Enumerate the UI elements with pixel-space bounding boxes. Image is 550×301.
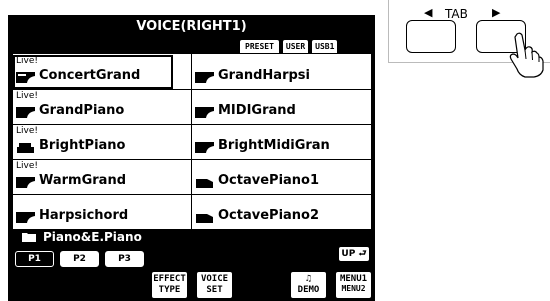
upright-piano-icon [196, 179, 213, 188]
tab-preset[interactable]: PRESET [239, 39, 280, 53]
folder-icon [22, 233, 36, 242]
voice-midigrand[interactable]: MIDIGrand [192, 90, 370, 124]
voice-list: Live! ConcertGrand GrandHarpsi Live! Gra… [13, 54, 371, 229]
grand-piano-icon [195, 72, 214, 83]
voice-name: ConcertGrand [39, 68, 141, 83]
demo-button[interactable]: ♫ DEMO [291, 272, 326, 298]
voice-grandharpsi[interactable]: GrandHarpsi [192, 55, 370, 89]
voice-category[interactable]: Piano&E.Piano [13, 229, 371, 245]
voice-set-line2: SET [206, 285, 223, 295]
voice-name: MIDIGrand [218, 103, 296, 118]
voice-octavepiano1[interactable]: OctavePiano1 [192, 160, 370, 194]
page-p2-button[interactable]: P2 [60, 251, 99, 267]
voice-warmgrand[interactable]: Live! WarmGrand [13, 160, 191, 194]
grand-piano-icon [195, 107, 214, 118]
grand-piano-icon [195, 142, 214, 153]
voice-brightpiano[interactable]: Live! BrightPiano [13, 125, 191, 159]
up-label: UP [341, 249, 356, 259]
live-label: Live! [16, 161, 38, 171]
menu2-label: MENU2 [341, 284, 366, 293]
tab-right-arrow-icon: ▶ [492, 6, 501, 19]
live-label: Live! [16, 56, 38, 66]
up-button[interactable]: UP ⮐ [339, 247, 369, 261]
voice-brightmidigran[interactable]: BrightMidiGran [192, 125, 370, 159]
effect-type-line2: TYPE [158, 285, 181, 295]
grand-piano-icon [16, 107, 35, 118]
upright-piano-icon [196, 214, 213, 223]
return-arrow-icon: ⮐ [358, 249, 367, 259]
voice-set-line1: VOICE [200, 274, 229, 284]
tab-user[interactable]: USER [281, 39, 310, 53]
voice-name: WarmGrand [39, 173, 127, 188]
voice-name: OctavePiano1 [218, 173, 320, 188]
voice-name: Harpsichord [39, 208, 129, 223]
grand-piano-icon [16, 72, 35, 83]
voice-name: BrightMidiGran [218, 138, 330, 153]
tab-left-button[interactable] [406, 20, 456, 53]
demo-icon: ♫ [305, 274, 312, 284]
live-label: Live! [16, 126, 38, 136]
voice-name: OctavePiano2 [218, 208, 320, 223]
harpsichord-icon [16, 212, 35, 223]
voice-concertgrand[interactable]: Live! ConcertGrand [13, 55, 173, 89]
screen-title: VOICE(RIGHT1) [136, 19, 247, 34]
grand-piano-icon [16, 177, 35, 188]
lcd-screen: VOICE(RIGHT1) PRESET USER USB1 Live! Con… [8, 15, 375, 301]
page-p3-button[interactable]: P3 [105, 251, 144, 267]
voice-name: GrandPiano [39, 103, 125, 118]
voice-harpsichord[interactable]: Harpsichord [13, 195, 191, 229]
voice-set-button[interactable]: VOICE SET [197, 272, 232, 298]
voice-name: BrightPiano [39, 138, 126, 153]
category-label: Piano&E.Piano [43, 230, 142, 244]
tab-strip: PRESET USER USB1 [239, 39, 340, 54]
demo-label: DEMO [297, 285, 320, 295]
menu-button[interactable]: MENU1 MENU2 [336, 272, 371, 298]
upright-piano-icon [17, 143, 34, 153]
tab-label: TAB [445, 7, 468, 21]
voice-grandpiano[interactable]: Live! GrandPiano [13, 90, 191, 124]
effect-type-line1: EFFECT [153, 274, 186, 284]
tab-usb1[interactable]: USB1 [311, 39, 339, 53]
voice-name: GrandHarpsi [218, 68, 310, 83]
effect-type-button[interactable]: EFFECT TYPE [152, 272, 187, 298]
voice-octavepiano2[interactable]: OctavePiano2 [192, 195, 370, 229]
page-p1-button[interactable]: P1 [15, 251, 54, 267]
live-label: Live! [16, 91, 38, 101]
pointing-hand-icon [509, 32, 544, 78]
menu1-label: MENU1 [339, 274, 368, 284]
tab-left-arrow-icon: ◀ [424, 6, 433, 19]
